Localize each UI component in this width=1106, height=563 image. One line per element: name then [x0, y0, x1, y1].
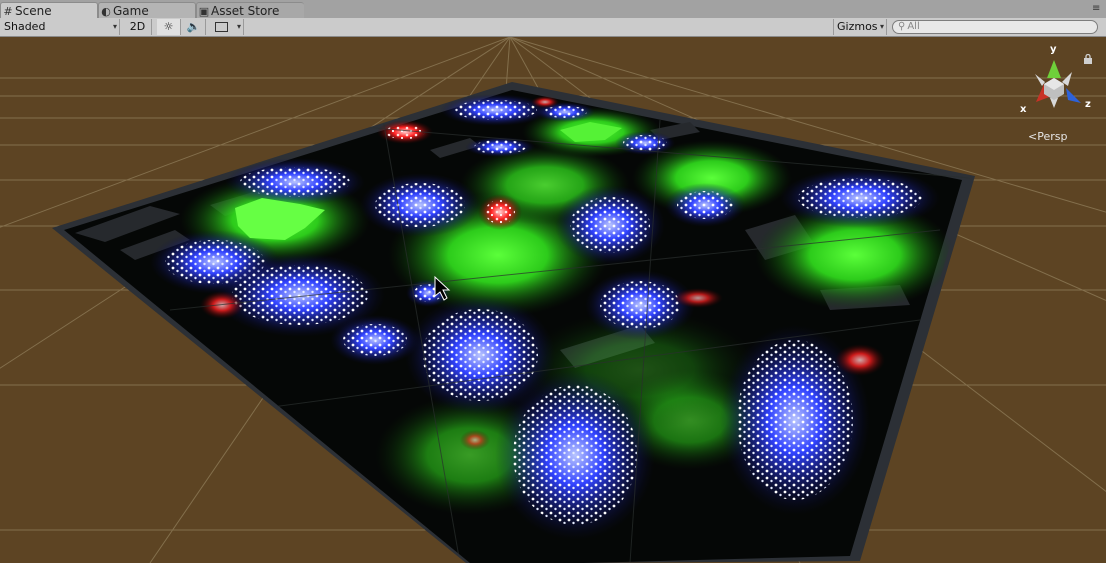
- image-icon: [215, 22, 228, 32]
- tab-scene[interactable]: # Scene: [0, 2, 98, 18]
- scene-render: y x z: [0, 37, 1106, 563]
- editor-tab-bar: # Scene ◐ Game ▣ Asset Store ≡: [0, 0, 1106, 19]
- gizmo-z-label: z: [1085, 99, 1091, 110]
- chevron-left-icon: <: [1028, 130, 1038, 143]
- tab-scene-label: Scene: [15, 4, 52, 18]
- draw-mode-label: Shaded: [4, 20, 46, 33]
- effects-dropdown[interactable]: ▾: [210, 19, 244, 35]
- tab-asset-store-label: Asset Store: [211, 4, 280, 18]
- tab-game-label: Game: [113, 4, 149, 18]
- gizmo-y-label: y: [1050, 44, 1057, 55]
- projection-toggle[interactable]: <Persp: [1028, 130, 1067, 143]
- projection-label: Persp: [1037, 130, 1068, 143]
- tab-menu-icon[interactable]: ≡: [1092, 4, 1102, 14]
- gizmos-dropdown[interactable]: Gizmos ▾: [833, 19, 887, 35]
- search-input[interactable]: ⚲ All: [892, 20, 1098, 34]
- audio-toggle[interactable]: 🔈: [182, 19, 206, 35]
- speaker-icon: 🔈: [186, 20, 201, 33]
- mode-2d-button[interactable]: 2D: [124, 19, 152, 35]
- tab-game[interactable]: ◐ Game: [98, 2, 196, 18]
- lock-icon[interactable]: [1083, 49, 1093, 64]
- search-placeholder: All: [907, 21, 920, 32]
- sun-icon: ☼: [163, 20, 174, 33]
- lighting-toggle[interactable]: ☼: [157, 19, 181, 35]
- scene-viewport[interactable]: y x z <Persp: [0, 37, 1106, 563]
- scene-toolbar: Shaded ▾ 2D ☼ 🔈 ▾ Gizmos ▾ ⚲ All: [0, 18, 1106, 37]
- chevron-down-icon: ▾: [236, 22, 241, 31]
- gizmos-label: Gizmos: [837, 20, 878, 33]
- chevron-down-icon: ▾: [112, 22, 117, 31]
- draw-mode-dropdown[interactable]: Shaded ▾: [0, 19, 120, 35]
- gizmo-x-label: x: [1020, 104, 1027, 115]
- chevron-down-icon: ▾: [879, 22, 884, 31]
- tab-asset-store[interactable]: ▣ Asset Store: [196, 2, 304, 18]
- search-icon: ⚲: [898, 21, 906, 32]
- mode-2d-label: 2D: [129, 20, 146, 33]
